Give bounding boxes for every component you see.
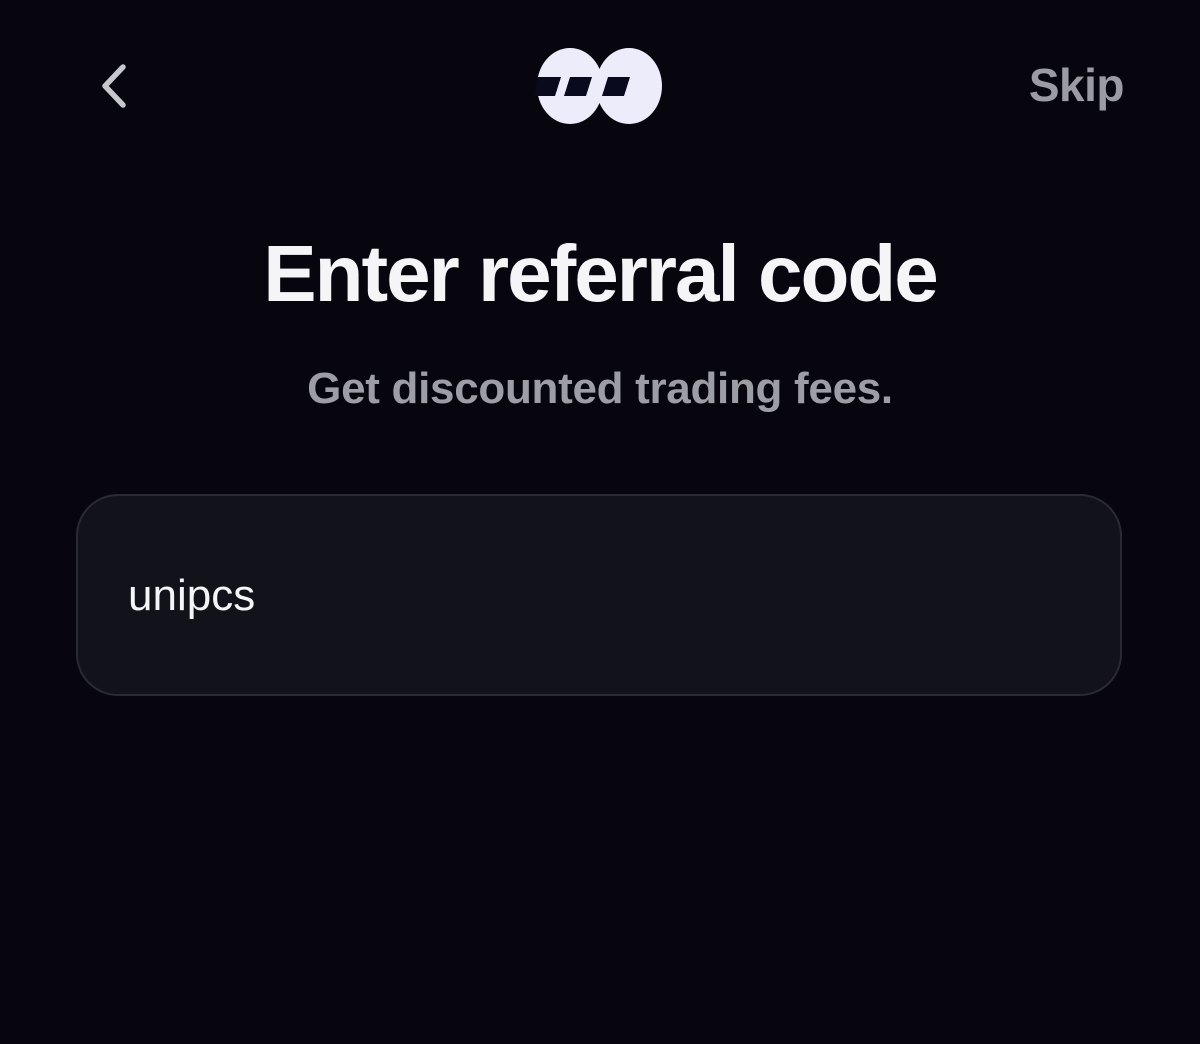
chevron-left-icon	[102, 64, 126, 108]
referral-code-screen: Skip Enter referral code Get discounted …	[0, 0, 1200, 1044]
app-logo-icon	[535, 48, 662, 124]
app-logo	[535, 45, 665, 127]
back-button[interactable]	[86, 56, 142, 116]
referral-code-field[interactable]	[76, 494, 1122, 696]
page-subtitle: Get discounted trading fees.	[307, 364, 893, 413]
page-title: Enter referral code	[263, 229, 938, 318]
referral-code-input[interactable]	[128, 556, 1028, 636]
skip-button[interactable]: Skip	[1029, 58, 1125, 112]
